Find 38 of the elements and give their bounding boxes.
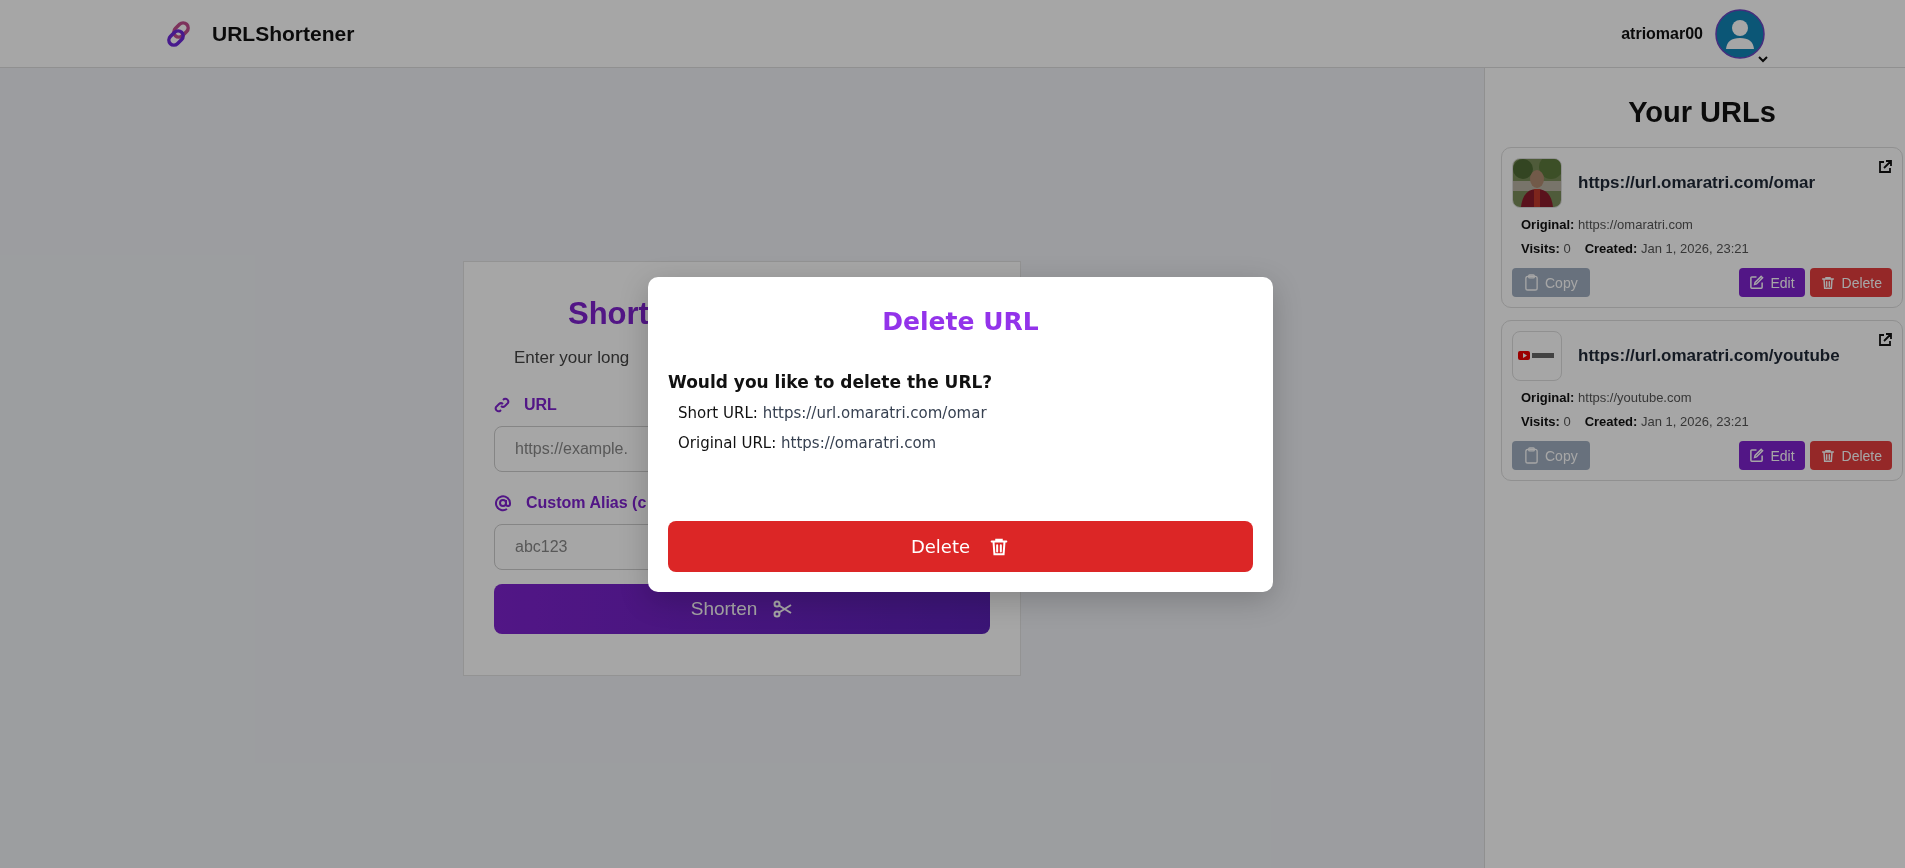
short-url[interactable]: https://url.omaratri.com/youtube — [1578, 346, 1840, 366]
short-url[interactable]: https://url.omaratri.com/omar — [1578, 173, 1816, 193]
scissors-icon — [773, 599, 794, 618]
external-link-icon[interactable] — [1878, 160, 1892, 174]
alias-label: Custom Alias (c — [526, 493, 647, 512]
visits-count: Visits: 0 — [1521, 414, 1571, 429]
delete-button[interactable]: Delete — [668, 521, 1253, 572]
avatar-icon[interactable] — [1715, 8, 1765, 59]
caret-icon[interactable] — [1757, 54, 1769, 63]
dialog-title: Delete URL — [881, 307, 1040, 336]
at-sign-icon — [494, 493, 512, 512]
dialog-detail: Original URL: https://omaratri.com — [678, 434, 938, 452]
dialog-detail: Short URL: https://url.omaratri.com/omar — [678, 404, 988, 422]
form-title: Short — [568, 295, 649, 332]
url-label: URL — [524, 395, 557, 414]
dialog-question: Would you like to delete the URL? — [668, 372, 994, 392]
trash-icon — [1819, 447, 1836, 464]
delete-button[interactable]: Delete — [1809, 441, 1892, 470]
original-url: Original: https://omaratri.com — [1521, 217, 1693, 232]
clipboard-icon — [1524, 274, 1539, 291]
sidebar-title: Your URLs — [1627, 96, 1777, 129]
edit-button[interactable]: Edit — [1739, 268, 1805, 297]
created-date: Created: Jan 1, 2026, 23:21 — [1584, 241, 1749, 256]
form-subtitle: Enter your long — [514, 347, 630, 368]
original-url: Original: https://youtube.com — [1521, 390, 1692, 405]
trash-icon — [1819, 274, 1836, 291]
external-link-icon[interactable] — [1878, 333, 1892, 347]
video-logo-icon — [1512, 331, 1562, 381]
delete-button[interactable]: Delete — [1809, 268, 1892, 297]
link-icon — [494, 396, 510, 413]
edit-icon — [1749, 448, 1765, 463]
edit-button[interactable]: Edit — [1739, 441, 1805, 470]
created-date: Created: Jan 1, 2026, 23:21 — [1584, 414, 1749, 429]
clipboard-icon — [1524, 447, 1539, 464]
visits-count: Visits: 0 — [1521, 241, 1571, 256]
username[interactable]: atriomar00 — [1621, 24, 1703, 43]
edit-icon — [1749, 275, 1765, 290]
brand-name[interactable]: URLShortener — [212, 21, 355, 46]
